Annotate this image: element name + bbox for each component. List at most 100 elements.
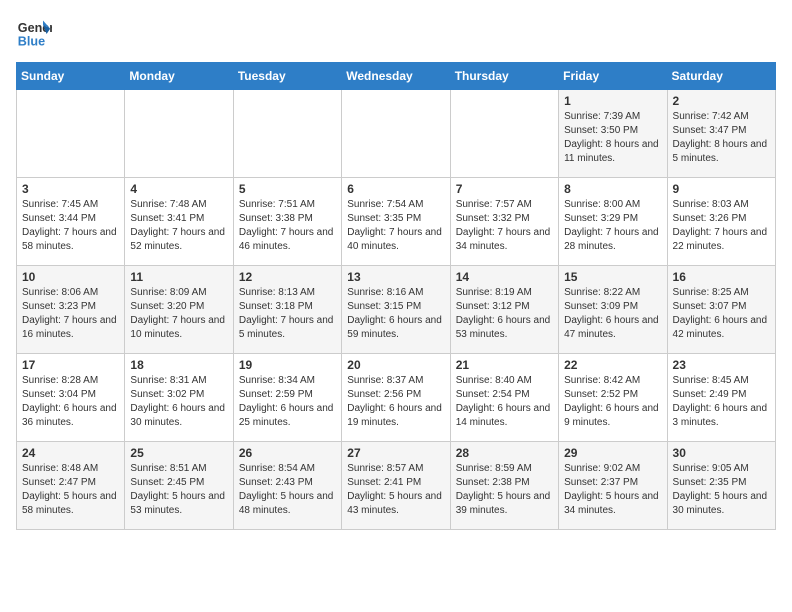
- logo-icon: General Blue: [16, 16, 52, 52]
- day-header-saturday: Saturday: [667, 63, 775, 90]
- day-number: 13: [347, 270, 444, 284]
- calendar-cell: 22 Sunrise: 8:42 AM Sunset: 2:52 PM Dayli…: [559, 354, 667, 442]
- day-number: 23: [673, 358, 770, 372]
- day-number: 8: [564, 182, 661, 196]
- day-number: 14: [456, 270, 553, 284]
- day-info: Sunrise: 7:48 AM Sunset: 3:41 PM Dayligh…: [130, 198, 227, 254]
- calendar-cell: 27 Sunrise: 8:57 AM Sunset: 2:41 PM Dayli…: [342, 442, 450, 530]
- calendar-cell: 6 Sunrise: 7:54 AM Sunset: 3:35 PM Daylig…: [342, 178, 450, 266]
- day-header-tuesday: Tuesday: [233, 63, 341, 90]
- calendar-cell: 26Sunrise: 8:54 AM Sunset: 2:43 PM Dayli…: [233, 442, 341, 530]
- day-number: 18: [130, 358, 227, 372]
- day-info: Sunrise: 8:54 AM Sunset: 2:43 PM Dayligh…: [239, 462, 336, 518]
- day-info: Sunrise: 7:39 AM Sunset: 3:50 PM Dayligh…: [564, 110, 661, 166]
- calendar-week-row: 24Sunrise: 8:48 AM Sunset: 2:47 PM Dayli…: [17, 442, 776, 530]
- day-info: Sunrise: 8:34 AM Sunset: 2:59 PM Dayligh…: [239, 374, 336, 430]
- day-info: Sunrise: 8:59 AM Sunset: 2:38 PM Dayligh…: [456, 462, 553, 518]
- calendar-cell: 25Sunrise: 8:51 AM Sunset: 2:45 PM Dayli…: [125, 442, 233, 530]
- day-number: 1: [564, 94, 661, 108]
- day-number: 9: [673, 182, 770, 196]
- day-header-wednesday: Wednesday: [342, 63, 450, 90]
- calendar-cell: 3 Sunrise: 7:45 AM Sunset: 3:44 PM Daylig…: [17, 178, 125, 266]
- day-number: 25: [130, 446, 227, 460]
- day-info: Sunrise: 8:37 AM Sunset: 2:56 PM Dayligh…: [347, 374, 444, 430]
- day-info: Sunrise: 7:57 AM Sunset: 3:32 PM Dayligh…: [456, 198, 553, 254]
- day-number: 12: [239, 270, 336, 284]
- day-info: Sunrise: 8:57 AM Sunset: 2:41 PM Dayligh…: [347, 462, 444, 518]
- svg-text:Blue: Blue: [18, 35, 45, 49]
- calendar-cell: 1 Sunrise: 7:39 AM Sunset: 3:50 PM Daylig…: [559, 90, 667, 178]
- day-info: Sunrise: 7:54 AM Sunset: 3:35 PM Dayligh…: [347, 198, 444, 254]
- day-number: 28: [456, 446, 553, 460]
- day-number: 22: [564, 358, 661, 372]
- day-header-monday: Monday: [125, 63, 233, 90]
- calendar-cell: 5 Sunrise: 7:51 AM Sunset: 3:38 PM Daylig…: [233, 178, 341, 266]
- day-number: 16: [673, 270, 770, 284]
- calendar-cell: 18 Sunrise: 8:31 AM Sunset: 3:02 PM Dayli…: [125, 354, 233, 442]
- day-info: Sunrise: 7:42 AM Sunset: 3:47 PM Dayligh…: [673, 110, 770, 166]
- day-info: Sunrise: 8:25 AM Sunset: 3:07 PM Dayligh…: [673, 286, 770, 342]
- day-number: 24: [22, 446, 119, 460]
- calendar-cell: 24Sunrise: 8:48 AM Sunset: 2:47 PM Dayli…: [17, 442, 125, 530]
- day-info: Sunrise: 8:42 AM Sunset: 2:52 PM Dayligh…: [564, 374, 661, 430]
- calendar-week-row: 10 Sunrise: 8:06 AM Sunset: 3:23 PM Dayli…: [17, 266, 776, 354]
- day-header-thursday: Thursday: [450, 63, 558, 90]
- day-number: 5: [239, 182, 336, 196]
- day-number: 29: [564, 446, 661, 460]
- calendar-cell: 11Sunrise: 8:09 AM Sunset: 3:20 PM Dayli…: [125, 266, 233, 354]
- logo: General Blue: [16, 16, 52, 52]
- page-header: General Blue: [16, 16, 776, 52]
- calendar-cell: 17 Sunrise: 8:28 AM Sunset: 3:04 PM Dayli…: [17, 354, 125, 442]
- calendar-cell: 23 Sunrise: 8:45 AM Sunset: 2:49 PM Dayli…: [667, 354, 775, 442]
- calendar-cell: [342, 90, 450, 178]
- calendar-cell: 9 Sunrise: 8:03 AM Sunset: 3:26 PM Daylig…: [667, 178, 775, 266]
- calendar-cell: 28 Sunrise: 8:59 AM Sunset: 2:38 PM Dayli…: [450, 442, 558, 530]
- day-info: Sunrise: 8:19 AM Sunset: 3:12 PM Dayligh…: [456, 286, 553, 342]
- day-header-friday: Friday: [559, 63, 667, 90]
- calendar-cell: 14 Sunrise: 8:19 AM Sunset: 3:12 PM Dayli…: [450, 266, 558, 354]
- calendar-cell: 21 Sunrise: 8:40 AM Sunset: 2:54 PM Dayli…: [450, 354, 558, 442]
- day-info: Sunrise: 8:16 AM Sunset: 3:15 PM Dayligh…: [347, 286, 444, 342]
- calendar-table: SundayMondayTuesdayWednesdayThursdayFrid…: [16, 62, 776, 530]
- day-info: Sunrise: 8:45 AM Sunset: 2:49 PM Dayligh…: [673, 374, 770, 430]
- day-info: Sunrise: 9:05 AM Sunset: 2:35 PM Dayligh…: [673, 462, 770, 518]
- calendar-cell: 20 Sunrise: 8:37 AM Sunset: 2:56 PM Dayli…: [342, 354, 450, 442]
- day-number: 10: [22, 270, 119, 284]
- calendar-cell: 7 Sunrise: 7:57 AM Sunset: 3:32 PM Daylig…: [450, 178, 558, 266]
- calendar-cell: 16 Sunrise: 8:25 AM Sunset: 3:07 PM Dayli…: [667, 266, 775, 354]
- day-info: Sunrise: 7:51 AM Sunset: 3:38 PM Dayligh…: [239, 198, 336, 254]
- day-info: Sunrise: 8:40 AM Sunset: 2:54 PM Dayligh…: [456, 374, 553, 430]
- calendar-cell: 29 Sunrise: 9:02 AM Sunset: 2:37 PM Dayli…: [559, 442, 667, 530]
- day-info: Sunrise: 8:09 AM Sunset: 3:20 PM Dayligh…: [130, 286, 227, 342]
- day-info: Sunrise: 8:13 AM Sunset: 3:18 PM Dayligh…: [239, 286, 336, 342]
- day-number: 21: [456, 358, 553, 372]
- calendar-cell: 8 Sunrise: 8:00 AM Sunset: 3:29 PM Daylig…: [559, 178, 667, 266]
- calendar-header-row: SundayMondayTuesdayWednesdayThursdayFrid…: [17, 63, 776, 90]
- calendar-week-row: 3 Sunrise: 7:45 AM Sunset: 3:44 PM Daylig…: [17, 178, 776, 266]
- calendar-cell: [233, 90, 341, 178]
- day-info: Sunrise: 8:03 AM Sunset: 3:26 PM Dayligh…: [673, 198, 770, 254]
- calendar-cell: [125, 90, 233, 178]
- calendar-cell: [450, 90, 558, 178]
- day-info: Sunrise: 8:06 AM Sunset: 3:23 PM Dayligh…: [22, 286, 119, 342]
- day-number: 7: [456, 182, 553, 196]
- day-number: 17: [22, 358, 119, 372]
- day-number: 4: [130, 182, 227, 196]
- calendar-cell: 4 Sunrise: 7:48 AM Sunset: 3:41 PM Daylig…: [125, 178, 233, 266]
- calendar-cell: 15 Sunrise: 8:22 AM Sunset: 3:09 PM Dayli…: [559, 266, 667, 354]
- day-info: Sunrise: 7:45 AM Sunset: 3:44 PM Dayligh…: [22, 198, 119, 254]
- day-info: Sunrise: 8:22 AM Sunset: 3:09 PM Dayligh…: [564, 286, 661, 342]
- day-number: 15: [564, 270, 661, 284]
- day-number: 30: [673, 446, 770, 460]
- day-info: Sunrise: 8:31 AM Sunset: 3:02 PM Dayligh…: [130, 374, 227, 430]
- calendar-cell: 19Sunrise: 8:34 AM Sunset: 2:59 PM Dayli…: [233, 354, 341, 442]
- day-number: 27: [347, 446, 444, 460]
- day-number: 6: [347, 182, 444, 196]
- day-number: 3: [22, 182, 119, 196]
- day-info: Sunrise: 8:28 AM Sunset: 3:04 PM Dayligh…: [22, 374, 119, 430]
- day-info: Sunrise: 8:00 AM Sunset: 3:29 PM Dayligh…: [564, 198, 661, 254]
- calendar-week-row: 17 Sunrise: 8:28 AM Sunset: 3:04 PM Dayli…: [17, 354, 776, 442]
- day-number: 20: [347, 358, 444, 372]
- day-info: Sunrise: 9:02 AM Sunset: 2:37 PM Dayligh…: [564, 462, 661, 518]
- calendar-cell: 12 Sunrise: 8:13 AM Sunset: 3:18 PM Dayli…: [233, 266, 341, 354]
